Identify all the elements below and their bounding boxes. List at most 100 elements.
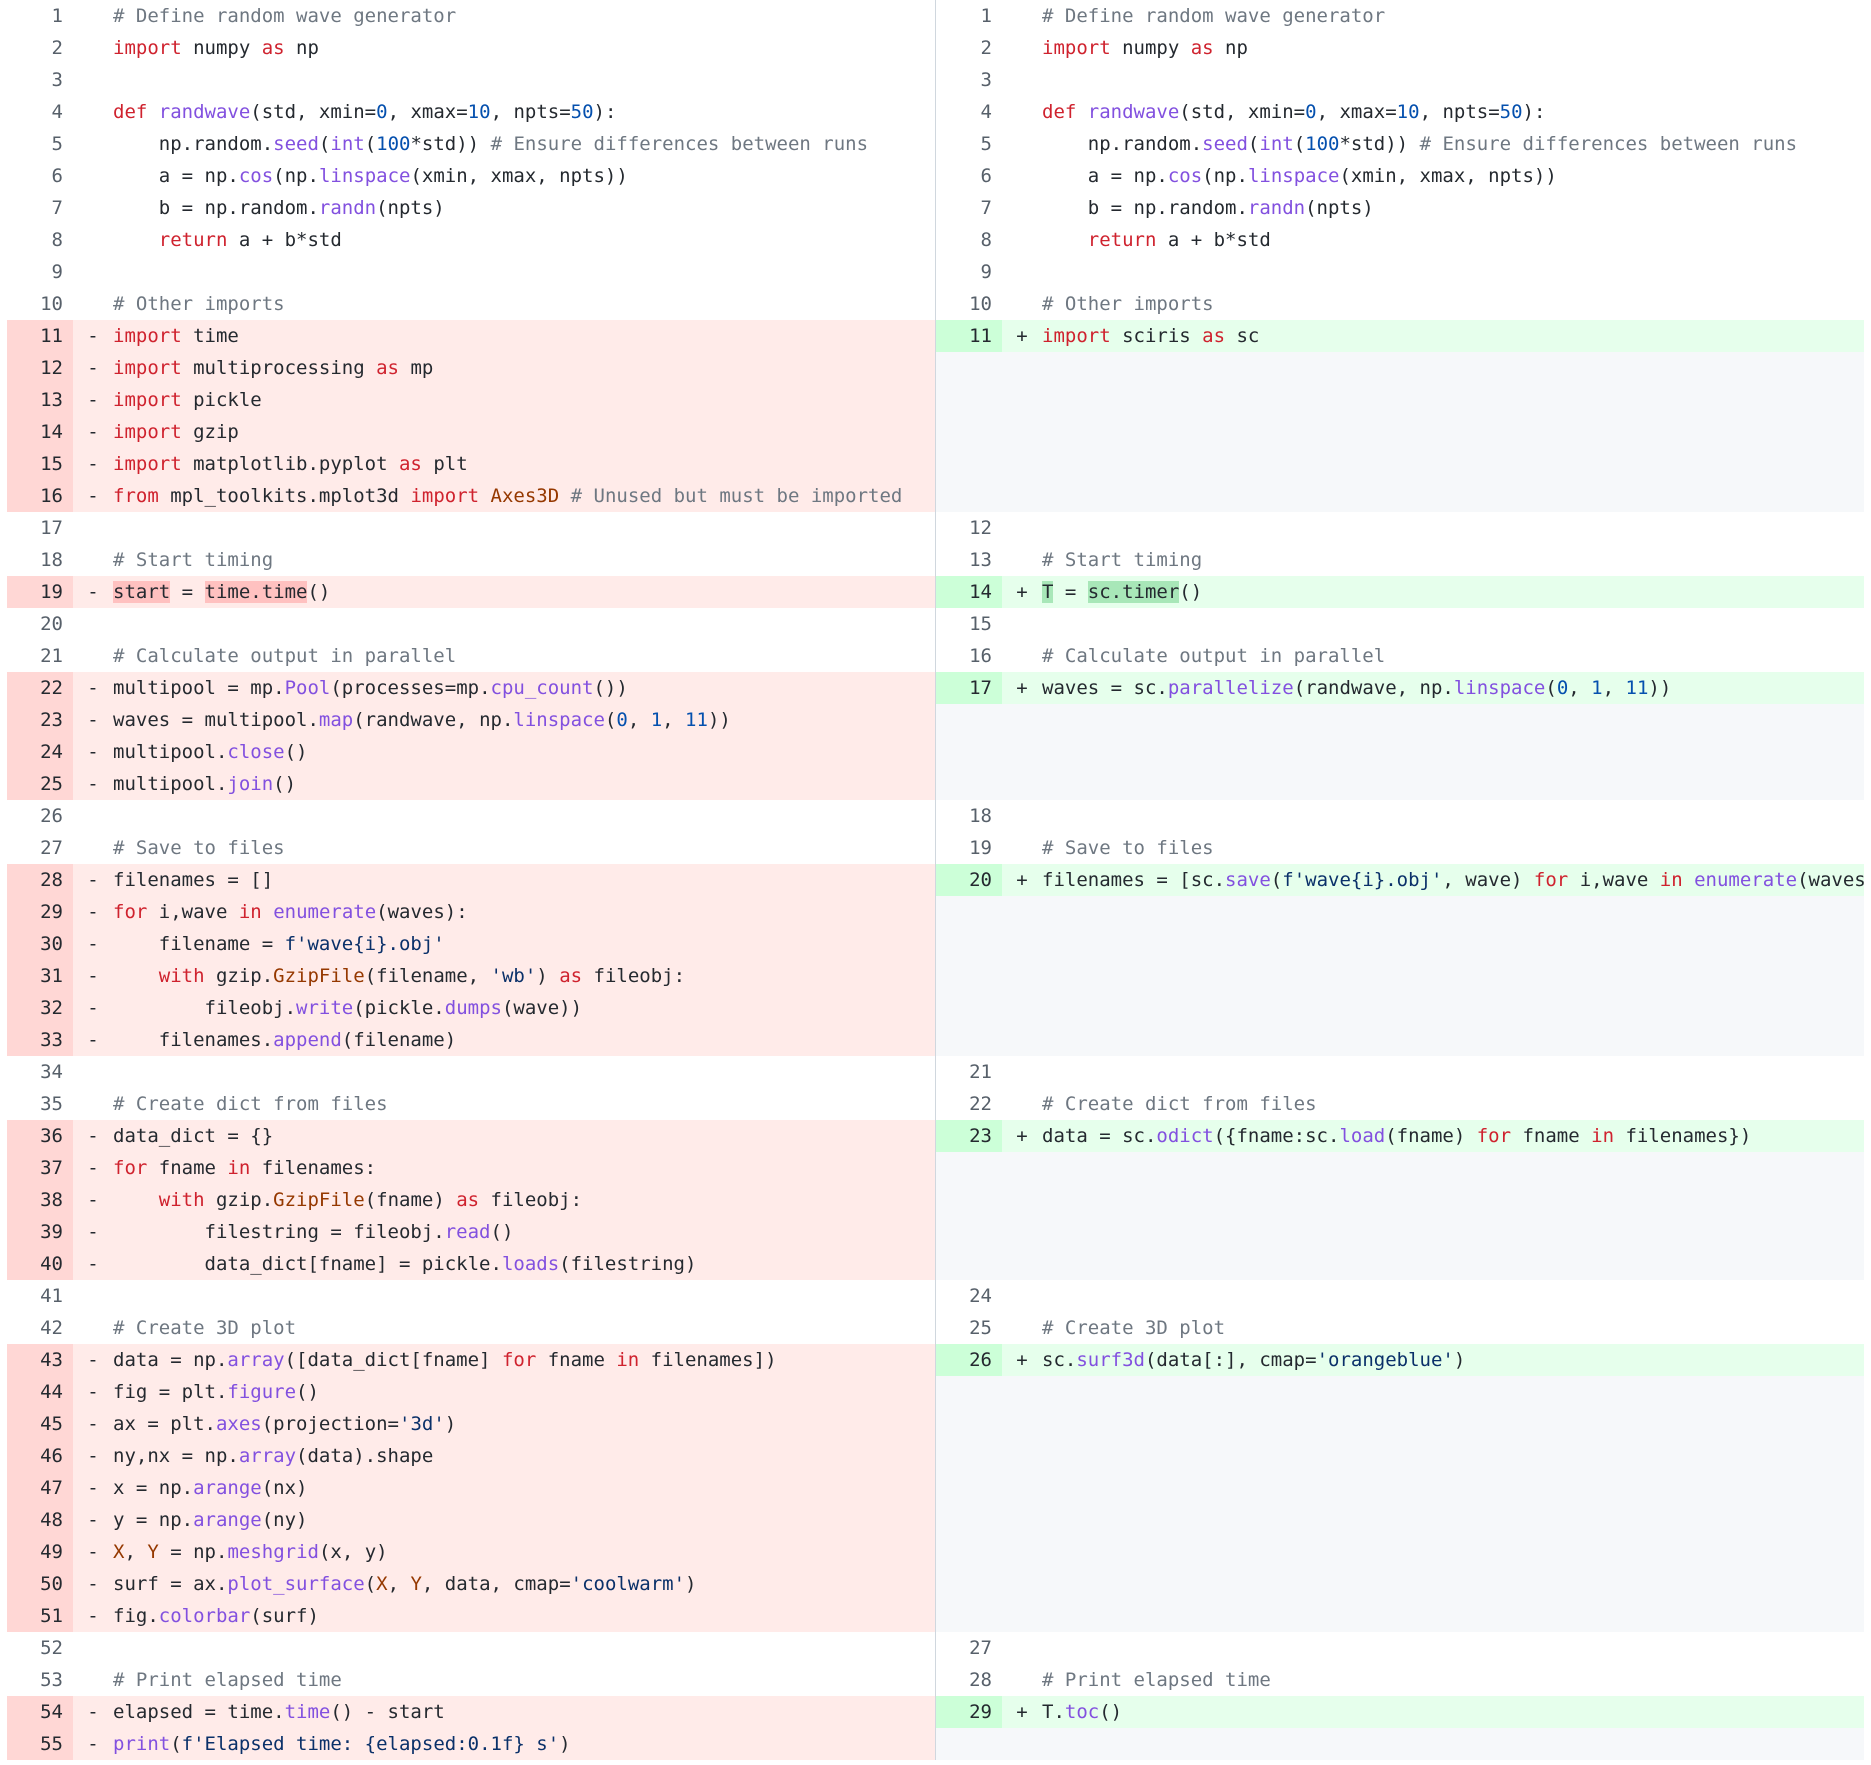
line-number[interactable]: 16 (7, 480, 73, 512)
line-number[interactable]: 47 (7, 1472, 73, 1504)
line-number[interactable]: 3 (7, 64, 73, 96)
line-number[interactable]: 5 (7, 128, 73, 160)
line-number[interactable]: 20 (7, 608, 73, 640)
line-number[interactable]: 55 (7, 1728, 73, 1760)
line-number[interactable]: 44 (7, 1376, 73, 1408)
right-pane-line[interactable]: 9 (935, 256, 1864, 288)
left-pane-line[interactable]: 21 # Calculate output in parallel (7, 640, 935, 672)
right-pane-line[interactable]: 7 b = np.random.randn(npts) (935, 192, 1864, 224)
line-number[interactable]: 4 (936, 96, 1002, 128)
line-number[interactable]: 9 (936, 256, 1002, 288)
left-pane-line[interactable]: 14- import gzip (7, 416, 935, 448)
line-number[interactable]: 42 (7, 1312, 73, 1344)
right-pane-line[interactable]: 18 (935, 800, 1864, 832)
line-number[interactable]: 11 (7, 320, 73, 352)
left-pane-line[interactable]: 26 (7, 800, 935, 832)
line-number[interactable]: 35 (7, 1088, 73, 1120)
left-pane-line[interactable]: 53 # Print elapsed time (7, 1664, 935, 1696)
left-pane-line[interactable]: 45- ax = plt.axes(projection='3d') (7, 1408, 935, 1440)
line-number[interactable]: 26 (936, 1344, 1002, 1376)
line-number[interactable]: 31 (7, 960, 73, 992)
line-number[interactable]: 25 (7, 768, 73, 800)
right-pane-line[interactable]: 14 + T = sc.timer() (935, 576, 1864, 608)
line-number[interactable]: 3 (936, 64, 1002, 96)
left-pane-line[interactable]: 50- surf = ax.plot_surface(X, Y, data, cm… (7, 1568, 935, 1600)
line-number[interactable]: 9 (7, 256, 73, 288)
left-pane-line[interactable]: 28- filenames = [] (7, 864, 935, 896)
right-pane-line[interactable]: 5 np.random.seed(int(100*std)) # Ensure … (935, 128, 1864, 160)
line-number[interactable]: 6 (936, 160, 1002, 192)
line-number[interactable]: 54 (7, 1696, 73, 1728)
line-number[interactable]: 28 (7, 864, 73, 896)
left-pane-line[interactable]: 15- import matplotlib.pyplot as plt (7, 448, 935, 480)
line-number[interactable]: 41 (7, 1280, 73, 1312)
right-pane-line[interactable]: 17 + waves = sc.parallelize(randwave, np.l… (935, 672, 1864, 704)
left-pane-line[interactable]: 36- data_dict = {} (7, 1120, 935, 1152)
line-number[interactable]: 6 (7, 160, 73, 192)
line-number[interactable]: 22 (936, 1088, 1002, 1120)
right-pane-line[interactable]: 26 + sc.surf3d(data[:], cmap='orangeblue') (935, 1344, 1864, 1376)
line-number[interactable]: 2 (7, 32, 73, 64)
right-pane-line[interactable]: 27 (935, 1632, 1864, 1664)
line-number[interactable]: 49 (7, 1536, 73, 1568)
left-pane-line[interactable]: 39- filestring = fileobj.read() (7, 1216, 935, 1248)
left-pane-line[interactable]: 4 def randwave(std, xmin=0, xmax=10, npts… (7, 96, 935, 128)
right-pane-line[interactable]: 11 + import sciris as sc (935, 320, 1864, 352)
line-number[interactable]: 7 (7, 192, 73, 224)
line-number[interactable]: 17 (936, 672, 1002, 704)
left-pane-line[interactable]: 13- import pickle (7, 384, 935, 416)
line-number[interactable]: 32 (7, 992, 73, 1024)
line-number[interactable]: 18 (936, 800, 1002, 832)
line-number[interactable]: 43 (7, 1344, 73, 1376)
left-pane-line[interactable]: 12- import multiprocessing as mp (7, 352, 935, 384)
line-number[interactable]: 29 (936, 1696, 1002, 1728)
line-number[interactable]: 27 (936, 1632, 1002, 1664)
line-number[interactable]: 27 (7, 832, 73, 864)
left-pane-line[interactable]: 18 # Start timing (7, 544, 935, 576)
left-pane-line[interactable]: 37- for fname in filenames: (7, 1152, 935, 1184)
left-pane-line[interactable]: 33- filenames.append(filename) (7, 1024, 935, 1056)
line-number[interactable]: 25 (936, 1312, 1002, 1344)
left-pane-line[interactable]: 42 # Create 3D plot (7, 1312, 935, 1344)
line-number[interactable]: 13 (7, 384, 73, 416)
left-pane-line[interactable]: 19- start = time.time() (7, 576, 935, 608)
left-pane-line[interactable]: 35 # Create dict from files (7, 1088, 935, 1120)
right-pane-line[interactable]: 23 + data = sc.odict({fname:sc.load(fname)… (935, 1120, 1864, 1152)
line-number[interactable]: 26 (7, 800, 73, 832)
left-pane-line[interactable]: 44- fig = plt.figure() (7, 1376, 935, 1408)
line-number[interactable]: 1 (936, 0, 1002, 32)
left-pane-line[interactable]: 22- multipool = mp.Pool(processes=mp.cpu_… (7, 672, 935, 704)
left-pane-line[interactable]: 32- fileobj.write(pickle.dumps(wave)) (7, 992, 935, 1024)
left-pane-line[interactable]: 23- waves = multipool.map(randwave, np.li… (7, 704, 935, 736)
left-pane-line[interactable]: 17 (7, 512, 935, 544)
left-pane-line[interactable]: 55- print(f'Elapsed time: {elapsed:0.1f} … (7, 1728, 935, 1760)
line-number[interactable]: 24 (7, 736, 73, 768)
line-number[interactable]: 15 (7, 448, 73, 480)
line-number[interactable]: 46 (7, 1440, 73, 1472)
line-number[interactable]: 4 (7, 96, 73, 128)
left-pane-line[interactable]: 24- multipool.close() (7, 736, 935, 768)
left-pane-line[interactable]: 29- for i,wave in enumerate(waves): (7, 896, 935, 928)
right-pane-line[interactable]: 13 # Start timing (935, 544, 1864, 576)
right-pane-line[interactable]: 1 # Define random wave generator (935, 0, 1864, 32)
right-pane-line[interactable]: 19 # Save to files (935, 832, 1864, 864)
line-number[interactable]: 51 (7, 1600, 73, 1632)
left-pane-line[interactable]: 47- x = np.arange(nx) (7, 1472, 935, 1504)
line-number[interactable]: 22 (7, 672, 73, 704)
left-pane-line[interactable]: 5 np.random.seed(int(100*std)) # Ensure … (7, 128, 935, 160)
left-pane-line[interactable]: 31- with gzip.GzipFile(filename, 'wb') a… (7, 960, 935, 992)
line-number[interactable]: 14 (7, 416, 73, 448)
line-number[interactable]: 28 (936, 1664, 1002, 1696)
line-number[interactable]: 8 (7, 224, 73, 256)
left-pane-line[interactable]: 41 (7, 1280, 935, 1312)
right-pane-line[interactable]: 21 (935, 1056, 1864, 1088)
line-number[interactable]: 38 (7, 1184, 73, 1216)
line-number[interactable]: 10 (7, 288, 73, 320)
line-number[interactable]: 20 (936, 864, 1002, 896)
right-pane-line[interactable]: 20 + filenames = [sc.save(f'wave{i}.obj', … (935, 864, 1864, 896)
left-pane-line[interactable]: 25- multipool.join() (7, 768, 935, 800)
line-number[interactable]: 48 (7, 1504, 73, 1536)
line-number[interactable]: 24 (936, 1280, 1002, 1312)
right-pane-line[interactable]: 6 a = np.cos(np.linspace(xmin, xmax, npt… (935, 160, 1864, 192)
right-pane-line[interactable]: 3 (935, 64, 1864, 96)
